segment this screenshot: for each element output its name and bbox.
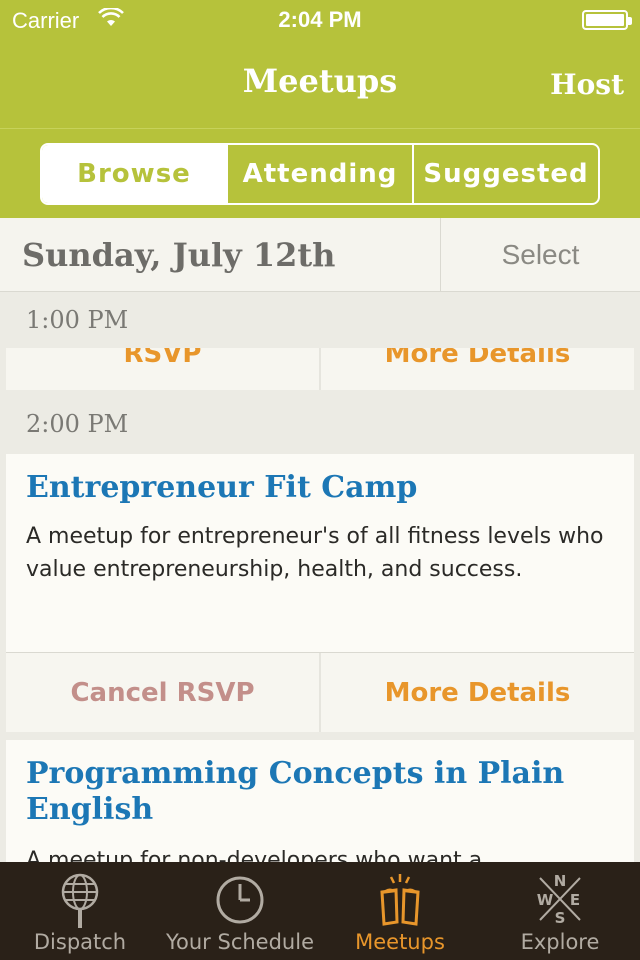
segmented-control: Browse Attending Suggested: [40, 143, 600, 205]
tab-explore[interactable]: N W E S Explore: [480, 862, 640, 960]
meetup-title[interactable]: Programming Concepts in Plain English: [26, 756, 614, 828]
time-section-header: 1:00 PM: [26, 306, 129, 334]
more-details-button[interactable]: More Details: [321, 653, 634, 732]
tab-label: Your Schedule: [165, 930, 314, 954]
segment-attending[interactable]: Attending: [228, 145, 414, 203]
meetup-list[interactable]: 1:00 PM RSVP More Details 2:00 PM Entrep…: [0, 292, 640, 862]
svg-text:S: S: [555, 909, 566, 927]
page-title: Meetups: [242, 62, 398, 100]
tab-your-schedule[interactable]: Your Schedule: [160, 862, 320, 960]
beer-cheers-icon: [380, 874, 420, 926]
tab-label: Dispatch: [33, 930, 127, 954]
microphone-globe-icon: [61, 873, 99, 928]
segment-bar: Browse Attending Suggested: [0, 128, 640, 218]
compass-icon: N W E S: [537, 872, 581, 927]
navigation-bar: Carrier 2:04 PM Meetups Host: [0, 0, 640, 128]
cancel-rsvp-button[interactable]: Cancel RSVP: [6, 653, 319, 732]
host-button[interactable]: Host: [550, 68, 624, 101]
tab-bar: Dispatch Your Schedule Meetups N W E S E…: [0, 862, 640, 960]
select-button[interactable]: Select: [441, 218, 640, 292]
meetup-title[interactable]: Entrepreneur Fit Camp: [26, 470, 614, 506]
meetup-card[interactable]: Programming Concepts in Plain English A …: [6, 740, 634, 862]
meetup-actions-row: RSVP More Details: [6, 348, 634, 390]
meetup-actions-row: Cancel RSVP More Details: [6, 652, 634, 732]
meetup-description: A meetup for non-developers who want a: [26, 848, 483, 862]
segment-suggested[interactable]: Suggested: [414, 145, 598, 203]
battery-icon: [582, 10, 632, 30]
meetup-card[interactable]: Entrepreneur Fit Camp A meetup for entre…: [6, 454, 634, 652]
tab-label: Meetups: [355, 930, 445, 954]
more-details-button[interactable]: More Details: [321, 348, 634, 384]
meetup-description: A meetup for entrepreneur's of all fitne…: [26, 524, 604, 582]
date-header: Sunday, July 12th Select: [0, 218, 640, 292]
status-bar: Carrier 2:04 PM: [0, 0, 640, 40]
date-label: Sunday, July 12th: [22, 236, 336, 274]
svg-text:N: N: [554, 872, 567, 890]
status-time: 2:04 PM: [278, 7, 362, 32]
svg-text:E: E: [570, 891, 580, 909]
rsvp-button[interactable]: RSVP: [6, 348, 319, 384]
clock-icon: [216, 876, 264, 924]
tab-dispatch[interactable]: Dispatch: [0, 862, 160, 960]
tab-meetups[interactable]: Meetups: [320, 862, 480, 960]
time-section-header: 2:00 PM: [26, 410, 129, 438]
segment-browse[interactable]: Browse: [42, 145, 228, 203]
tab-label: Explore: [520, 930, 600, 954]
svg-text:W: W: [537, 891, 554, 909]
